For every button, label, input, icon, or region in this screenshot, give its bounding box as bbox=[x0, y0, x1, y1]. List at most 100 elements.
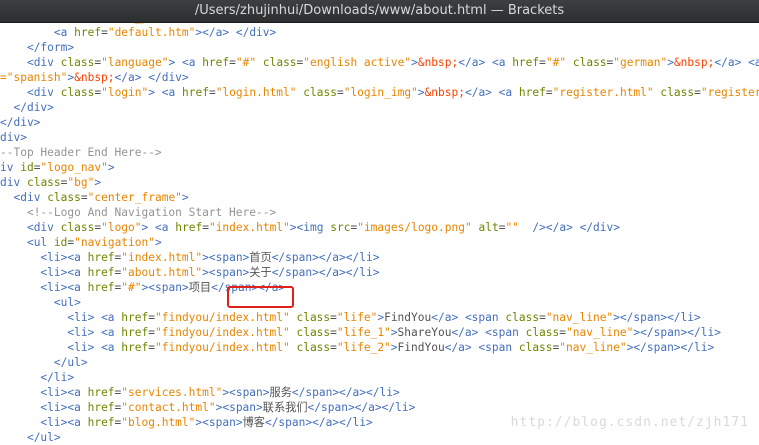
code-token: "images/logo.png" bbox=[357, 221, 472, 234]
code-token: <a bbox=[748, 56, 759, 69]
code-token: --Top Header End Here--> bbox=[0, 146, 162, 159]
code-line[interactable]: <div class="language"> <a href="#" class… bbox=[0, 55, 759, 70]
code-line[interactable]: <a href="default.htm"></a> </div> bbox=[0, 25, 276, 40]
code-line[interactable]: <li><a href="services.html"><span>服务</sp… bbox=[0, 385, 400, 400]
code-line[interactable]: </div> bbox=[0, 115, 40, 130]
code-token: 博客 bbox=[242, 416, 265, 429]
code-token: > bbox=[202, 251, 209, 264]
code-line[interactable]: </div> bbox=[0, 100, 53, 115]
code-token: </a> bbox=[714, 56, 742, 69]
code-token: href bbox=[512, 56, 540, 69]
code-token: <a bbox=[155, 221, 169, 234]
code-line[interactable]: <li> <a href="findyou/index.html" class=… bbox=[0, 340, 714, 355]
code-line[interactable]: <li> <a href="findyou/index.html" class=… bbox=[0, 325, 721, 340]
code-editor[interactable]: <div class="hidden_yo"> <a href="default… bbox=[0, 23, 759, 445]
code-token: "index.html" bbox=[208, 221, 290, 234]
code-token: </a> bbox=[431, 311, 459, 324]
code-token: class bbox=[296, 326, 331, 339]
code-token: = bbox=[336, 86, 344, 99]
code-token: &nbsp; bbox=[417, 56, 459, 69]
code-token: </a> bbox=[114, 71, 142, 84]
code-line[interactable]: <!--Logo And Navigation Start Here--> bbox=[0, 205, 276, 220]
code-token: > bbox=[107, 161, 115, 174]
code-token: </form> bbox=[26, 41, 75, 54]
code-token: <span> bbox=[222, 401, 263, 414]
window-title: /Users/zhujinhui/Downloads/www/about.htm… bbox=[0, 0, 759, 23]
code-token: <span bbox=[464, 311, 499, 324]
code-line[interactable]: <div class="logo"> <a href="index.html">… bbox=[0, 220, 620, 235]
code-token: </div> bbox=[148, 71, 189, 84]
code-token: </span></li> bbox=[619, 311, 701, 324]
code-line[interactable]: <div class="login"> <a href="login.html"… bbox=[0, 85, 759, 100]
code-line[interactable]: --Top Header End Here--> bbox=[0, 145, 162, 160]
code-line[interactable]: </ul> bbox=[0, 355, 88, 370]
code-token: href bbox=[181, 86, 209, 99]
code-token: = bbox=[330, 326, 337, 339]
code-token: = bbox=[148, 326, 155, 339]
code-token: "bg" bbox=[67, 176, 95, 189]
code-token: class bbox=[60, 86, 95, 99]
code-token: "login_img" bbox=[343, 86, 418, 99]
watermark: http://blog.csdn.net/zjh171 bbox=[510, 415, 749, 430]
code-token: class bbox=[60, 56, 95, 69]
code-token: = bbox=[330, 311, 337, 324]
code-token: "navigation" bbox=[74, 236, 155, 249]
code-line[interactable]: </form> bbox=[0, 40, 74, 55]
code-token: </span></a></li> bbox=[291, 386, 400, 399]
code-line[interactable]: div class="bg"> bbox=[0, 175, 101, 190]
annotation-highlight-box bbox=[227, 286, 294, 308]
code-line[interactable]: <li><a href="blog.html"><span>博客</span><… bbox=[0, 415, 373, 430]
code-token: <div bbox=[26, 221, 54, 234]
code-token: <li> bbox=[67, 326, 95, 339]
code-line[interactable]: <div class="center_frame"> bbox=[0, 190, 188, 205]
code-token: class bbox=[47, 23, 81, 24]
code-line[interactable]: </ul> bbox=[0, 430, 61, 445]
code-line[interactable]: <ul id="navigation"> bbox=[0, 235, 162, 250]
code-line[interactable]: </li> bbox=[0, 370, 74, 385]
code-token: > bbox=[667, 56, 674, 69]
code-token: 关于 bbox=[249, 266, 272, 279]
code-token: <span> bbox=[208, 251, 250, 264]
code-token: <a bbox=[175, 23, 188, 24]
code-token: > bbox=[148, 86, 155, 99]
code-token: </span></li> bbox=[633, 341, 715, 354]
code-line[interactable]: <ul> bbox=[0, 295, 81, 310]
code-line[interactable]: <li><a href="about.html"><span>关于</span>… bbox=[0, 265, 379, 280]
code-token: href bbox=[175, 221, 203, 234]
code-token: </span></a></li> bbox=[264, 416, 373, 429]
code-token: class bbox=[518, 341, 553, 354]
code-line[interactable]: ="spanish">&nbsp;</a> </div> bbox=[0, 70, 189, 85]
code-line[interactable]: <li><a href="contact.html"><span>联系我们</s… bbox=[0, 400, 415, 415]
code-line[interactable]: div> bbox=[0, 130, 27, 145]
code-line[interactable]: <li><a href="index.html"><span>首页</span>… bbox=[0, 250, 379, 265]
code-token: class bbox=[660, 86, 695, 99]
code-line[interactable]: <li> <a href="findyou/index.html" class=… bbox=[0, 310, 701, 325]
code-token: href bbox=[202, 56, 230, 69]
code-token: href bbox=[87, 266, 115, 279]
code-token: "life" bbox=[336, 311, 378, 324]
code-token: <ul> bbox=[53, 296, 81, 309]
code-token: = bbox=[545, 86, 553, 99]
code-token: alt bbox=[478, 221, 499, 234]
code-token: > bbox=[613, 311, 620, 324]
code-line[interactable]: iv id="logo_nav"> bbox=[0, 160, 115, 175]
